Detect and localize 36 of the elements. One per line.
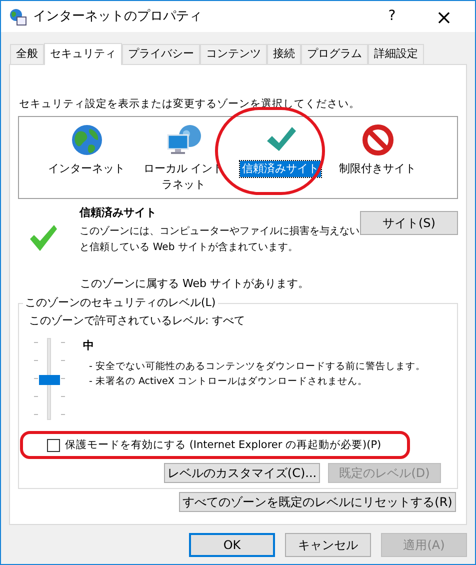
zone-item[interactable]: インターネット [39,120,134,198]
tab[interactable]: 詳細設定 [368,44,424,64]
globe-icon [70,122,104,157]
globe-settings-icon [9,8,27,26]
checkbox-label: 保護モードを有効にする (Internet Explorer の再起動が必要)(P) [65,438,382,453]
zone-label: インターネット [47,160,126,177]
level-button[interactable]: レベルのカスタマイズ(C)... [164,462,320,482]
zone-description: このゾーンには、コンピューターやファイルに損害を与えないと信頼している Web サイトが含まれています。 [80,224,360,256]
tab[interactable]: プログラム [301,44,368,64]
tab[interactable]: プライバシー [122,44,200,64]
close-button[interactable]: × [421,2,467,32]
tab[interactable]: 接続 [267,44,301,64]
checkmark-icon [28,222,58,253]
tab[interactable]: コンテンツ [200,44,267,64]
reset-zones-button[interactable]: すべてのゾーンを既定のレベルにリセットする(R) [179,492,456,512]
sites-button[interactable]: サイト(S) [360,210,458,235]
dialog-button[interactable]: キャンセル [285,533,371,557]
group-legend: このゾーンのセキュリティのレベル(L) [23,294,218,312]
zone-item[interactable]: 信頼済みサイト [233,120,328,198]
zone-title: 信頼済みサイト [80,204,158,221]
zone-item[interactable]: 制限付きサイト [330,120,425,198]
zone-label: 信頼済みサイト [240,160,321,177]
help-button[interactable]: ? [377,6,407,27]
level-detail: - 安全でない可能性のあるコンテンツをダウンロードする前に警告します。 [88,360,426,374]
slider-thumb[interactable] [39,374,60,385]
zone-label: 制限付きサイト [338,160,417,177]
no-entry-icon [360,122,394,157]
level-detail: - 未署名の ActiveX コントロールはダウンロードされません。 [88,375,368,390]
zone-note: このゾーンに属する Web サイトがあります。 [79,276,310,292]
allowed-level: このゾーンで許可されているレベル: すべて [29,313,246,330]
tab[interactable]: セキュリティ [44,43,122,65]
dialog-button[interactable]: OK [189,533,275,557]
checkbox[interactable] [47,439,60,452]
tab[interactable]: 全般 [10,44,44,64]
window-title: インターネットのプロパティ [33,8,202,26]
level-name: 中 [83,338,95,354]
